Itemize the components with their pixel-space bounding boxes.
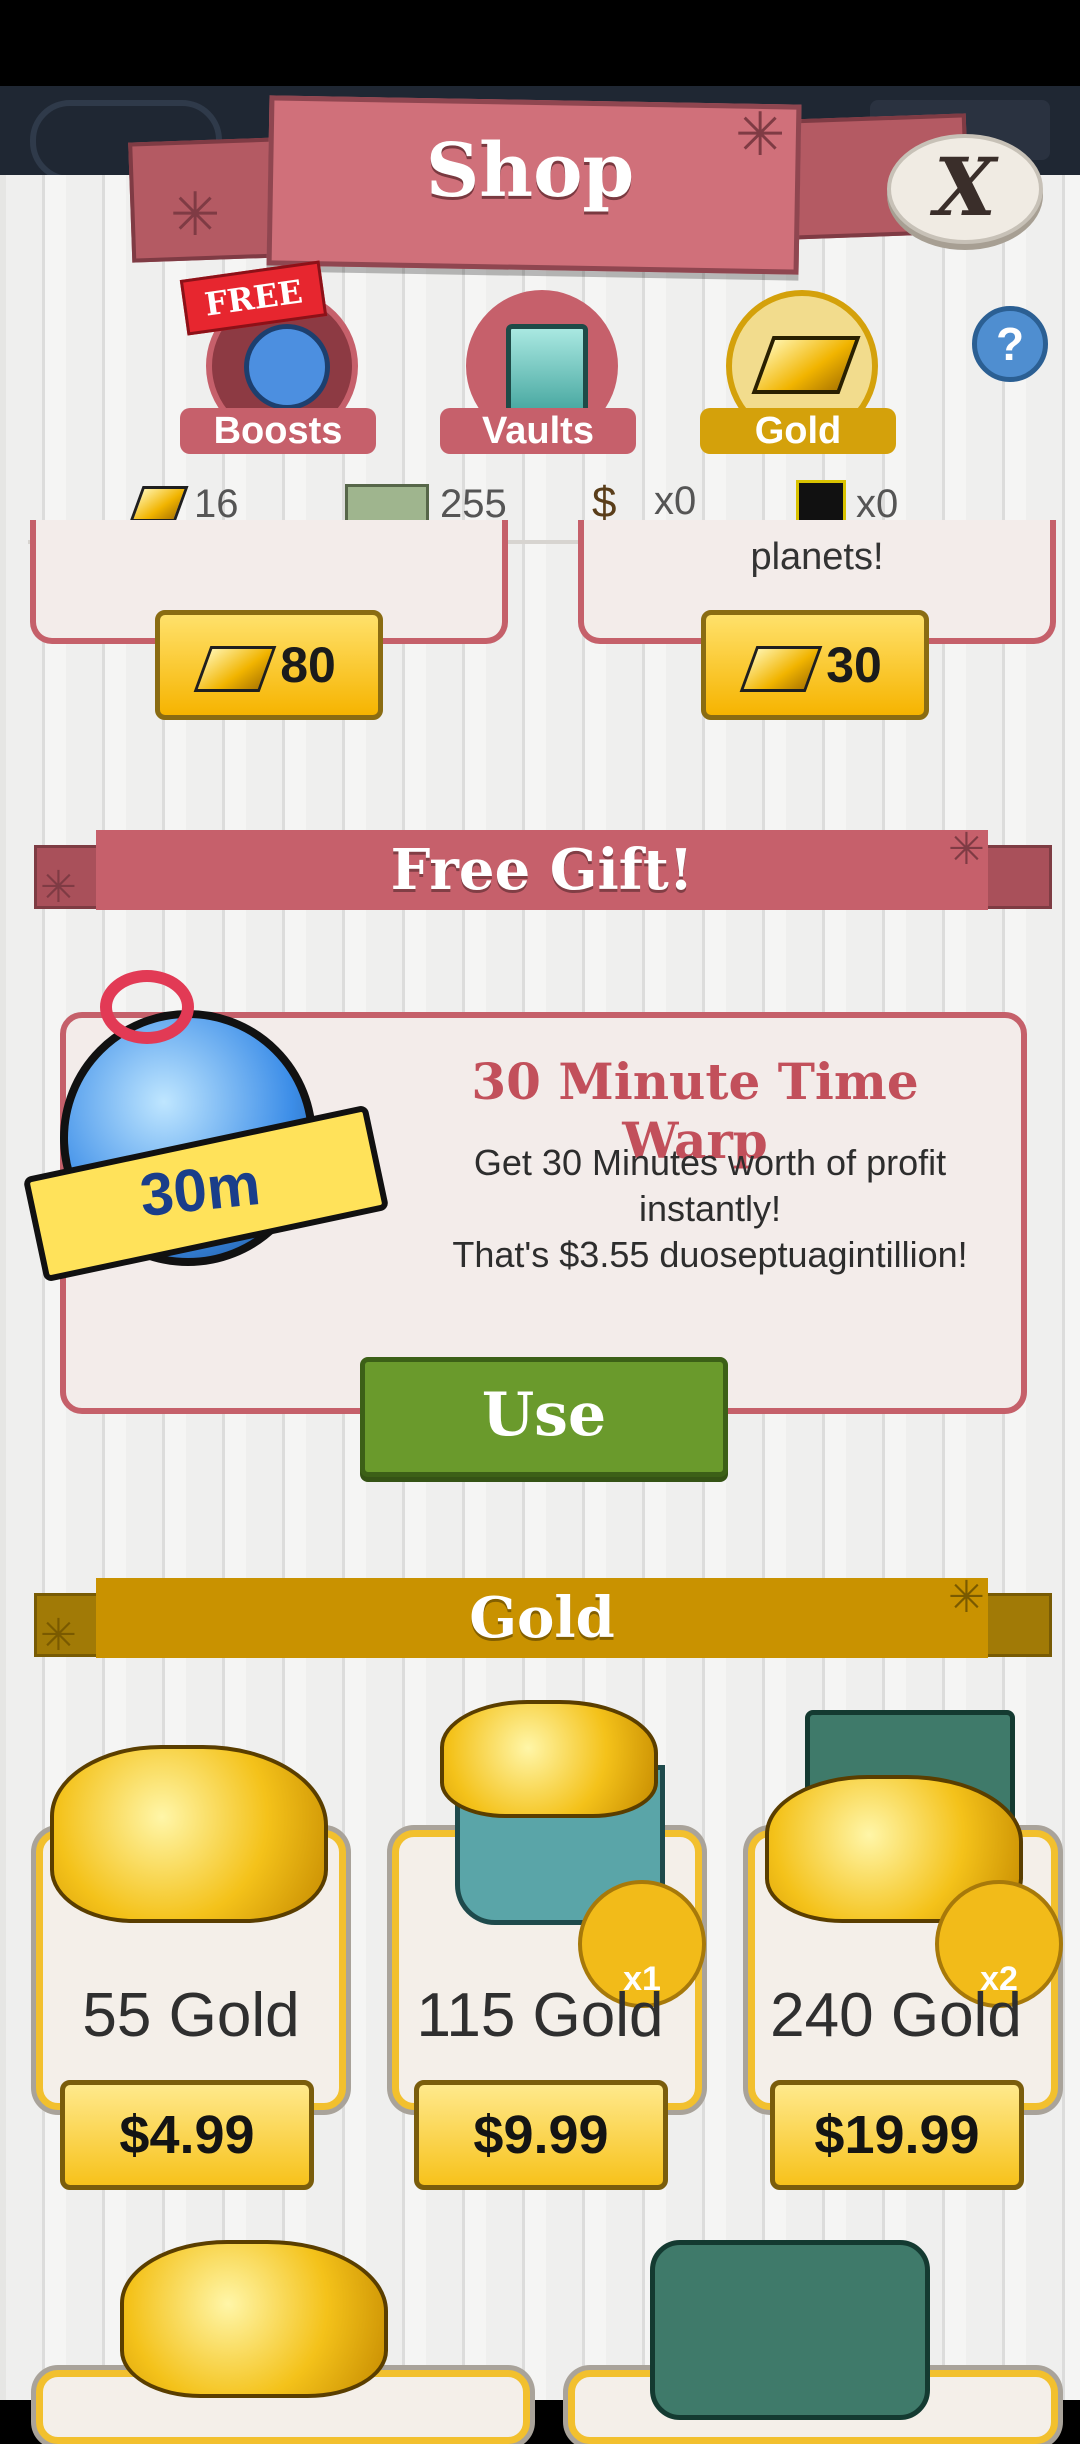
gold-sack-icon	[650, 2240, 930, 2420]
gift-description: Get 30 Minutes worth of profit instantly…	[452, 1142, 968, 1275]
gold-pile-icon	[120, 2240, 388, 2398]
starburst-icon: ✳	[170, 181, 221, 248]
starburst-icon: ✳	[948, 825, 985, 874]
starburst-icon: ✳	[948, 1573, 985, 1622]
tab-gold[interactable]: Gold	[700, 290, 900, 460]
buy-gold-button[interactable]: $4.99	[60, 2080, 314, 2190]
buy-boost-button[interactable]: 80	[155, 610, 383, 720]
offer-amount: 240 Gold	[770, 1981, 1022, 2050]
gold-pile-icon	[50, 1745, 328, 1923]
gold-pile-icon	[440, 1700, 658, 1818]
tab-vaults-label: Vaults	[440, 408, 636, 454]
tab-gold-label: Gold	[700, 408, 896, 454]
gold-icon	[129, 486, 189, 522]
buy-gold-button[interactable]: $19.99	[770, 2080, 1024, 2190]
tab-vaults[interactable]: Vaults	[440, 290, 640, 460]
help-button[interactable]: ?	[972, 306, 1048, 382]
tab-boosts-label: Boosts	[180, 408, 376, 454]
offer-amount: 55 Gold	[82, 1981, 300, 2050]
starburst-icon: ✳	[40, 1611, 77, 1660]
free-gift-header: Free Gift!	[96, 830, 988, 910]
offer-amount: 115 Gold	[416, 1981, 664, 2050]
use-button[interactable]: Use	[360, 1357, 728, 1477]
buy-gold-button[interactable]: $9.99	[414, 2080, 668, 2190]
starburst-icon: ✳	[40, 863, 77, 912]
gold-section-header: Gold	[96, 1578, 988, 1658]
gold-icon	[739, 645, 823, 692]
time-warp-icon: 30m	[22, 970, 390, 1300]
page-title: Shop	[425, 128, 635, 214]
buy-boost-button[interactable]: 30	[701, 610, 929, 720]
gold-icon	[193, 645, 277, 692]
close-button[interactable]: X	[887, 134, 1043, 244]
